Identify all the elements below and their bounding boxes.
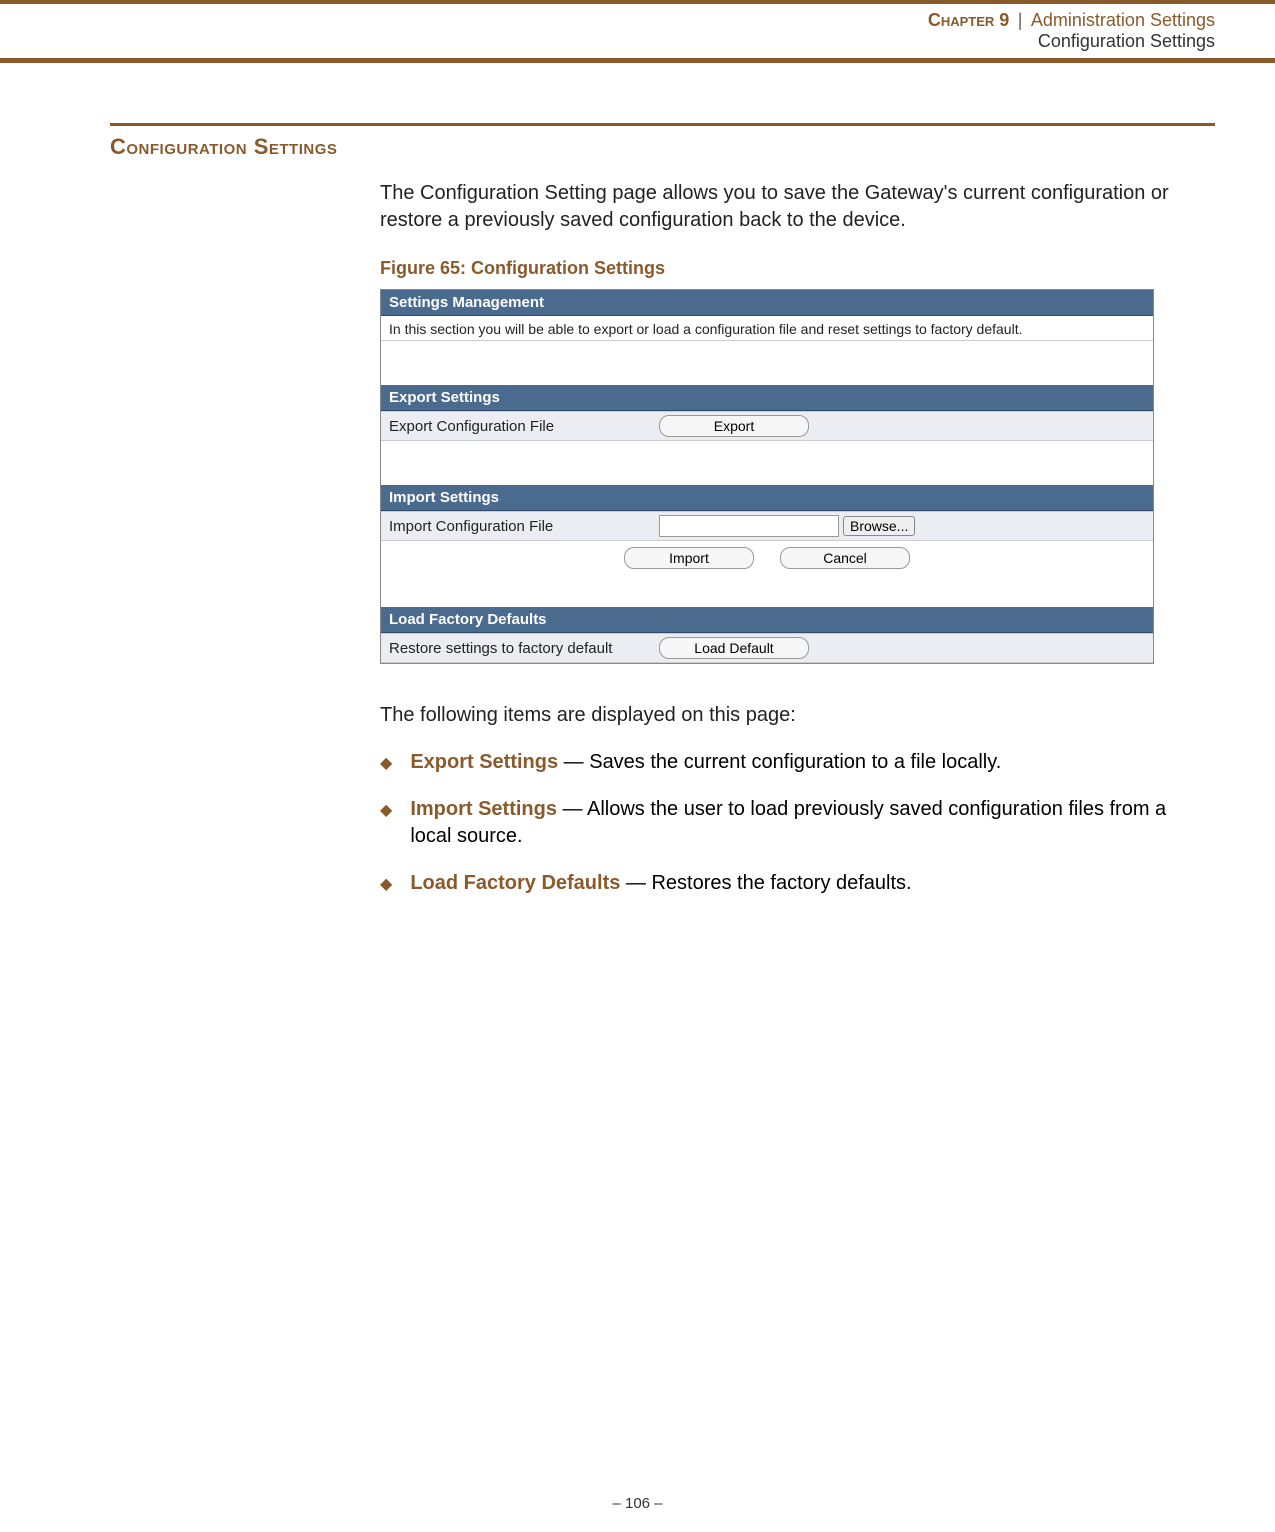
import-file-input[interactable] <box>659 515 839 537</box>
bullet-label: Import Settings <box>410 798 557 820</box>
export-row: Export Configuration File Export <box>381 411 1153 441</box>
settings-mgmt-header: Settings Management <box>381 290 1153 316</box>
list-item: ◆ Import Settings — Allows the user to l… <box>380 796 1200 850</box>
items-intro: The following items are displayed on thi… <box>380 704 1200 727</box>
diamond-bullet-icon: ◆ <box>380 800 392 822</box>
export-header: Export Settings <box>381 385 1153 411</box>
bullet-text: — Saves the current configuration to a f… <box>558 751 1001 773</box>
diamond-bullet-icon: ◆ <box>380 753 392 775</box>
intro-paragraph: The Configuration Setting page allows yo… <box>380 180 1200 234</box>
header-title: Administration Settings <box>1031 10 1215 30</box>
bullet-text: — Restores the factory defaults. <box>620 872 911 894</box>
page-number: – 106 – <box>612 1495 662 1512</box>
header-separator: | <box>1018 10 1023 30</box>
bullet-label: Export Settings <box>410 751 558 773</box>
list-item: ◆ Export Settings — Saves the current co… <box>380 749 1200 776</box>
list-item: ◆ Load Factory Defaults — Restores the f… <box>380 870 1200 897</box>
diamond-bullet-icon: ◆ <box>380 874 392 896</box>
chapter-label: Chapter 9 <box>928 10 1009 30</box>
export-button[interactable]: Export <box>659 415 809 437</box>
page-header: Chapter 9 | Administration Settings Conf… <box>0 4 1275 63</box>
bullet-list: ◆ Export Settings — Saves the current co… <box>380 749 1200 897</box>
import-header: Import Settings <box>381 485 1153 511</box>
factory-row: Restore settings to factory default Load… <box>381 633 1153 663</box>
import-label: Import Configuration File <box>389 518 659 535</box>
factory-label: Restore settings to factory default <box>389 640 659 657</box>
settings-mgmt-desc: In this section you will be able to expo… <box>381 316 1153 341</box>
load-default-button[interactable]: Load Default <box>659 637 809 659</box>
header-subtitle: Configuration Settings <box>20 31 1215 52</box>
bullet-label: Load Factory Defaults <box>410 872 620 894</box>
section-heading: Configuration Settings <box>110 134 1215 160</box>
section-rule <box>110 123 1215 126</box>
cancel-button[interactable]: Cancel <box>780 547 910 569</box>
import-button[interactable]: Import <box>624 547 754 569</box>
import-button-row: Import Cancel <box>381 541 1153 577</box>
factory-header: Load Factory Defaults <box>381 607 1153 633</box>
browse-button[interactable]: Browse... <box>843 516 915 536</box>
import-row: Import Configuration File Browse... <box>381 511 1153 541</box>
figure-caption: Figure 65: Configuration Settings <box>380 258 1200 279</box>
export-label: Export Configuration File <box>389 418 659 435</box>
page-footer: – 106 – <box>0 1495 1275 1512</box>
config-screenshot: Settings Management In this section you … <box>380 289 1154 664</box>
